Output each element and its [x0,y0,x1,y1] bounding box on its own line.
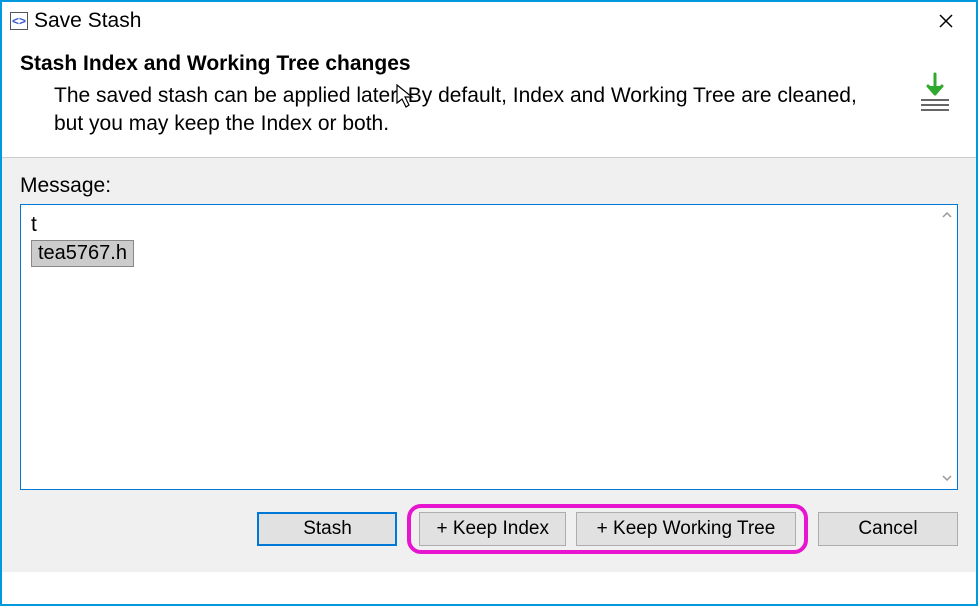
app-icon-glyph: <> [12,15,26,27]
stash-arrow-icon [918,72,952,117]
close-icon [938,13,954,29]
autocomplete-suggestion[interactable]: tea5767.h [31,240,134,267]
message-textarea[interactable]: t tea5767.h [20,204,958,490]
header-description: The saved stash can be applied later. By… [54,82,880,139]
scroll-up-icon[interactable] [938,207,955,224]
close-button[interactable] [926,6,966,36]
titlebar: <> Save Stash [2,2,976,40]
body-section: Message: t tea5767.h Stash + Keep Index … [2,158,976,572]
button-row: Stash + Keep Index + Keep Working Tree C… [20,504,958,554]
titlebar-left: <> Save Stash [10,9,141,33]
header-section: Stash Index and Working Tree changes The… [2,40,976,158]
highlighted-button-group: + Keep Index + Keep Working Tree [407,504,808,554]
cancel-button[interactable]: Cancel [818,512,958,546]
header-text-block: Stash Index and Working Tree changes The… [20,52,880,139]
message-value: t [31,211,935,238]
app-icon: <> [10,12,28,30]
message-label: Message: [20,174,958,198]
keep-working-tree-button[interactable]: + Keep Working Tree [576,512,796,546]
header-title: Stash Index and Working Tree changes [20,52,880,76]
keep-index-button[interactable]: + Keep Index [419,512,566,546]
window-title: Save Stash [34,9,141,33]
stash-button[interactable]: Stash [257,512,397,546]
scroll-down-icon[interactable] [938,470,955,487]
